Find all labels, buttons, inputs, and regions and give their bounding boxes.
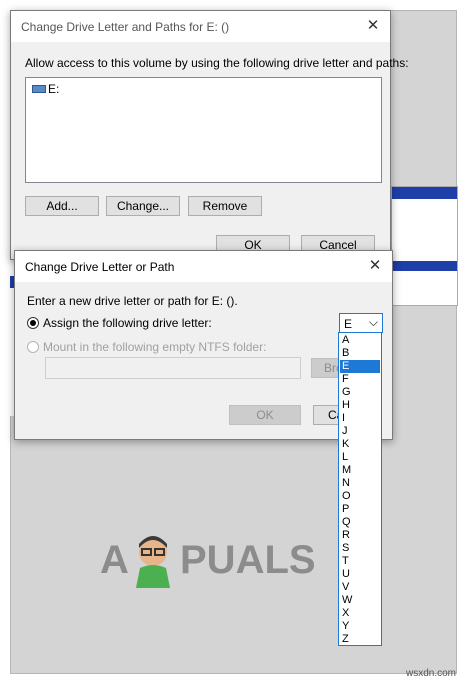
dropdown-item-v[interactable]: V <box>342 581 378 594</box>
dropdown-item-s[interactable]: S <box>342 542 378 555</box>
watermark-text-right: PUALS <box>180 538 316 582</box>
dropdown-item-u[interactable]: U <box>342 568 378 581</box>
dropdown-item-b[interactable]: B <box>342 347 378 360</box>
change-button[interactable]: Change... <box>106 196 180 216</box>
assign-letter-radio[interactable] <box>27 317 39 329</box>
dropdown-item-a[interactable]: A <box>342 334 378 347</box>
dialog1-title: Change Drive Letter and Paths for E: () <box>21 20 230 34</box>
dialog1-titlebar: Change Drive Letter and Paths for E: () … <box>11 11 390 42</box>
close-icon[interactable]: ✕ <box>362 15 384 37</box>
dialog2-title: Change Drive Letter or Path <box>25 260 175 274</box>
chevron-down-icon: ⌵ <box>368 315 378 329</box>
mascot-icon <box>136 536 170 588</box>
dropdown-item-t[interactable]: T <box>342 555 378 568</box>
paths-listbox[interactable]: E: <box>25 77 382 183</box>
dropdown-item-m[interactable]: M <box>342 464 378 477</box>
mount-folder-radio[interactable] <box>27 341 39 353</box>
dropdown-item-y[interactable]: Y <box>342 620 378 633</box>
change-drive-letter-and-paths-dialog: Change Drive Letter and Paths for E: () … <box>10 10 409 260</box>
dialog2-prompt: Enter a new drive letter or path for E: … <box>27 294 238 308</box>
dropdown-item-n[interactable]: N <box>342 477 378 490</box>
dropdown-item-z[interactable]: Z <box>342 633 378 646</box>
browse-button[interactable]: Bro <box>311 358 343 378</box>
drive-label: E: <box>48 82 60 96</box>
drive-letter-select[interactable]: E ⌵ <box>339 313 383 333</box>
mount-folder-label: Mount in the following empty NTFS folder… <box>43 340 267 354</box>
dropdown-item-l[interactable]: L <box>342 451 378 464</box>
dropdown-item-q[interactable]: Q <box>342 516 378 529</box>
dropdown-item-k[interactable]: K <box>342 438 378 451</box>
folder-path-input[interactable] <box>45 357 301 379</box>
dropdown-item-r[interactable]: R <box>342 529 378 542</box>
ok-button[interactable]: OK <box>229 405 301 425</box>
assign-letter-label[interactable]: Assign the following drive letter: <box>43 316 212 330</box>
dialog1-description: Allow access to this volume by using the… <box>25 56 409 70</box>
dropdown-item-h[interactable]: H <box>342 399 378 412</box>
drive-icon <box>32 85 46 93</box>
add-button[interactable]: Add... <box>25 196 99 216</box>
background-window-right <box>391 186 458 306</box>
dropdown-item-j[interactable]: J <box>342 425 378 438</box>
dropdown-item-i[interactable]: I <box>342 412 378 425</box>
dropdown-item-e[interactable]: E <box>340 360 380 373</box>
remove-button[interactable]: Remove <box>188 196 262 216</box>
drive-letter-dropdown-list[interactable]: ABEFGHIJKLMNOPQRSTUVWXYZ <box>338 332 382 646</box>
dialog2-titlebar: Change Drive Letter or Path ✕ <box>15 251 392 282</box>
dropdown-item-f[interactable]: F <box>342 373 378 386</box>
dropdown-item-x[interactable]: X <box>342 607 378 620</box>
dropdown-item-o[interactable]: O <box>342 490 378 503</box>
change-drive-letter-or-path-dialog: Change Drive Letter or Path ✕ Enter a ne… <box>14 250 393 440</box>
dropdown-item-g[interactable]: G <box>342 386 378 399</box>
dropdown-item-p[interactable]: P <box>342 503 378 516</box>
watermark-text-left: A <box>100 538 129 582</box>
dropdown-item-w[interactable]: W <box>342 594 378 607</box>
cancel-button[interactable]: Ca <box>313 405 343 425</box>
selected-letter: E <box>344 317 353 331</box>
site-footer: wsxdn.com <box>405 668 456 679</box>
appuals-watermark: A PUALS <box>100 530 316 590</box>
close-icon[interactable]: ✕ <box>364 255 386 277</box>
